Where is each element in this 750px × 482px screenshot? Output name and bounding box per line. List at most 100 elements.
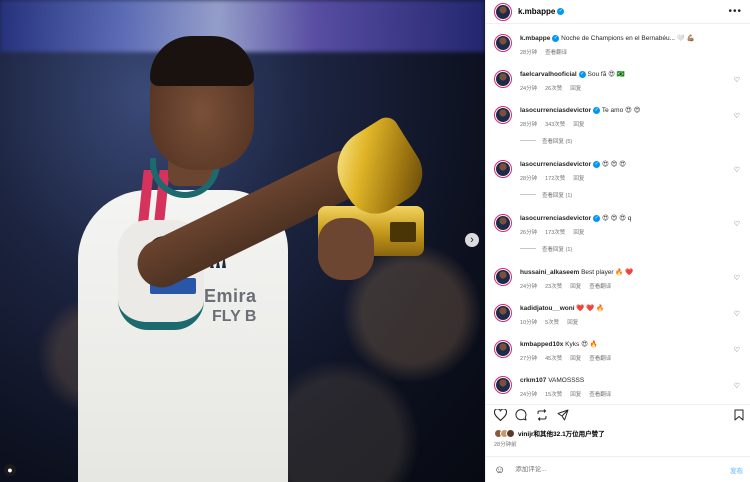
comment-username[interactable]: lasocurrenciasdevictor bbox=[520, 161, 591, 168]
comment-time: 27分钟 bbox=[520, 356, 538, 362]
list-item: kmbapped10x Kyks 😍 🔥 27分钟 45次赞 回复 查看翻译 ♡ bbox=[494, 340, 744, 362]
comment-username[interactable]: lasocurrenciasdevictor bbox=[520, 107, 591, 114]
list-item: faelcarvalhooficial ✓ Sou fã 😍 🇧🇷 24分钟 26次… bbox=[494, 70, 744, 92]
avatar[interactable] bbox=[494, 2, 512, 21]
avatar[interactable] bbox=[494, 304, 512, 322]
comments-list: k.mbappe ✓ Noche de Champions en el Berna… bbox=[486, 30, 750, 400]
list-item: hussaini_alkaseem Best player 🔥 ❤️ 24分钟 2… bbox=[494, 268, 744, 290]
comment-likes[interactable]: 15次赞 bbox=[545, 392, 562, 398]
comment-username[interactable]: lasocurrenciasdevictor bbox=[520, 215, 591, 222]
chevron-right-icon[interactable]: › bbox=[465, 233, 479, 247]
person-tag-icon[interactable]: ● bbox=[4, 464, 16, 476]
view-replies-link[interactable]: 查看回复 (1) bbox=[520, 245, 744, 253]
list-item: lasocurrenciasdevictor ✓ Te amo 😍 😍 28分钟 3… bbox=[494, 106, 744, 145]
post-side-panel: k.mbappe ✓ ••• k.mbappe ✓ Noche de Champi… bbox=[485, 0, 750, 482]
avatar[interactable] bbox=[494, 214, 512, 232]
verified-badge-icon: ✓ bbox=[593, 215, 601, 222]
more-horizontal-icon[interactable]: ••• bbox=[728, 6, 742, 17]
comment-text: 😍 😍 😍 bbox=[602, 161, 626, 168]
verified-badge-icon: ✓ bbox=[557, 8, 565, 15]
avatar[interactable] bbox=[494, 34, 512, 52]
comment-likes[interactable]: 172次赞 bbox=[545, 176, 565, 182]
heart-icon[interactable]: ♡ bbox=[734, 382, 740, 390]
heart-icon[interactable]: ♡ bbox=[734, 166, 740, 174]
reply-link[interactable]: 回复 bbox=[570, 356, 581, 362]
comment-likes[interactable]: 45次赞 bbox=[545, 356, 562, 362]
comment-text: 😍 😍 😍 q bbox=[602, 215, 632, 222]
comment-username[interactable]: crkm107 bbox=[520, 377, 546, 384]
comment-likes[interactable]: 343次赞 bbox=[545, 122, 565, 128]
heart-icon[interactable]: ♡ bbox=[734, 346, 740, 354]
heart-icon[interactable]: ♡ bbox=[734, 220, 740, 228]
see-translation-link[interactable]: 查看翻译 bbox=[545, 50, 567, 56]
verified-badge-icon: ✓ bbox=[578, 71, 586, 78]
post-author-username[interactable]: k.mbappe bbox=[518, 7, 555, 16]
likes-summary[interactable]: vinijr和其他32.1万位用户赞了 bbox=[494, 428, 605, 438]
player-hand bbox=[318, 218, 374, 280]
bookmark-icon[interactable] bbox=[734, 409, 744, 421]
see-translation-link[interactable]: 查看翻译 bbox=[589, 284, 611, 290]
reply-link[interactable]: 回复 bbox=[570, 86, 581, 92]
emoji-icon[interactable]: ☺ bbox=[494, 464, 505, 476]
action-bar bbox=[486, 404, 750, 424]
heart-icon[interactable]: ♡ bbox=[734, 76, 740, 84]
caption-username[interactable]: k.mbappe bbox=[520, 35, 550, 42]
comment-text: Kyks 😍 🔥 bbox=[565, 341, 598, 348]
comment-input[interactable] bbox=[515, 466, 730, 473]
comment-likes[interactable]: 5次赞 bbox=[545, 320, 559, 326]
shirt-sponsor-text: Emira bbox=[204, 286, 257, 306]
view-replies-link[interactable]: 查看回复 (5) bbox=[520, 137, 744, 145]
heart-icon[interactable]: ♡ bbox=[734, 274, 740, 282]
comment-username[interactable]: kmbapped10x bbox=[520, 341, 563, 348]
comment-time: 24分钟 bbox=[520, 284, 538, 290]
comment-text: VAMOSSSS bbox=[548, 377, 585, 384]
avatar[interactable] bbox=[494, 70, 512, 88]
comment-text: Best player 🔥 ❤️ bbox=[581, 269, 634, 276]
post-photo[interactable]: Emira FLY B › ● bbox=[0, 0, 485, 482]
repost-icon[interactable] bbox=[536, 409, 548, 421]
comment-username[interactable]: hussaini_alkaseem bbox=[520, 269, 579, 276]
comment-text: Sou fã 😍 🇧🇷 bbox=[587, 71, 625, 78]
golden-boot-plate bbox=[390, 222, 416, 242]
verified-badge-icon: ✓ bbox=[593, 161, 601, 168]
comment-likes[interactable]: 23次赞 bbox=[545, 284, 562, 290]
list-item: lasocurrenciasdevictor ✓ 😍 😍 😍 28分钟 172次赞 回… bbox=[494, 160, 744, 199]
reply-link[interactable]: 回复 bbox=[567, 320, 578, 326]
view-replies-link[interactable]: 查看回复 (1) bbox=[520, 191, 744, 199]
avatar[interactable] bbox=[494, 106, 512, 124]
likes-summary-text[interactable]: vinijr和其他32.1万位用户赞了 bbox=[518, 428, 605, 438]
heart-icon[interactable] bbox=[494, 409, 507, 421]
avatar bbox=[506, 428, 515, 438]
avatar[interactable] bbox=[494, 340, 512, 358]
comment-username[interactable]: kadidjatou__woni bbox=[520, 305, 575, 312]
caption: k.mbappe ✓ Noche de Champions en el Berna… bbox=[494, 34, 744, 56]
comment-likes[interactable]: 173次赞 bbox=[545, 230, 565, 236]
comment-time: 24分钟 bbox=[520, 392, 538, 398]
heart-icon[interactable]: ♡ bbox=[734, 310, 740, 318]
comment-icon[interactable] bbox=[515, 409, 527, 421]
reply-link[interactable]: 回复 bbox=[570, 392, 581, 398]
comment-likes[interactable]: 26次赞 bbox=[545, 86, 562, 92]
avatar[interactable] bbox=[494, 268, 512, 286]
post-comment-button[interactable]: 发布 bbox=[730, 465, 743, 475]
see-translation-link[interactable]: 查看翻译 bbox=[589, 356, 611, 362]
comment-time: 28分钟 bbox=[520, 176, 538, 182]
avatar[interactable] bbox=[494, 160, 512, 178]
heart-icon[interactable]: ♡ bbox=[734, 112, 740, 120]
verified-badge-icon: ✓ bbox=[593, 107, 601, 114]
reply-link[interactable]: 回复 bbox=[573, 176, 584, 182]
reply-link[interactable]: 回复 bbox=[573, 122, 584, 128]
comment-time: 28分钟 bbox=[520, 122, 538, 128]
reply-link[interactable]: 回复 bbox=[570, 284, 581, 290]
reply-link[interactable]: 回复 bbox=[573, 230, 584, 236]
avatar[interactable] bbox=[494, 376, 512, 394]
comment-composer: ☺ 发布 bbox=[486, 456, 750, 482]
post-timestamp: 28分钟前 bbox=[494, 442, 517, 448]
comment-time: 10分钟 bbox=[520, 320, 538, 326]
comment-username[interactable]: faelcarvalhooficial bbox=[520, 71, 577, 78]
see-translation-link[interactable]: 查看翻译 bbox=[589, 392, 611, 398]
list-item: crkm107 VAMOSSSS 24分钟 15次赞 回复 查看翻译 ♡ bbox=[494, 376, 744, 398]
send-icon[interactable] bbox=[557, 409, 569, 421]
list-item: lasocurrenciasdevictor ✓ 😍 😍 😍 q 26分钟 173次… bbox=[494, 214, 744, 253]
comment-text: ❤️ ❤️ 🔥 bbox=[576, 305, 605, 312]
